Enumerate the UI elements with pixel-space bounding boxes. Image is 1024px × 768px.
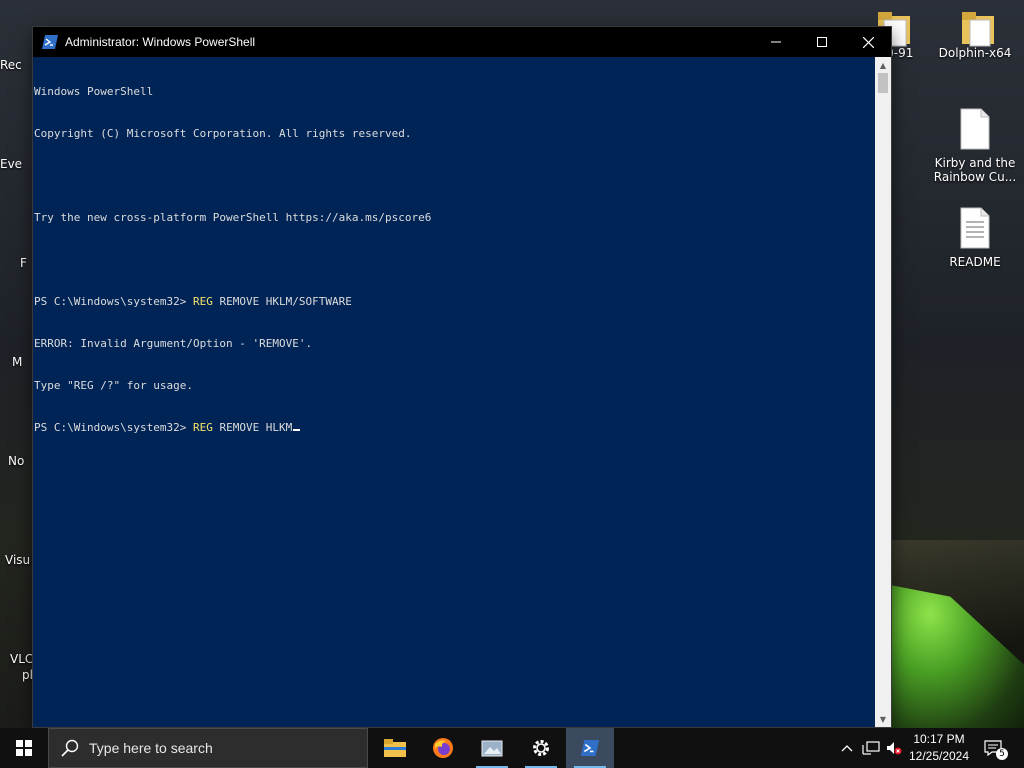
minimize-button[interactable] [753,27,799,57]
blank-file-icon [933,108,1017,150]
photos-icon [481,740,503,757]
taskbar-powershell[interactable] [566,728,614,768]
folder-icon [960,10,994,47]
start-button[interactable] [0,728,48,768]
console-prompt-line: PS C:\Windows\system32> REG REMOVE HKLM/… [34,295,874,309]
close-button[interactable] [845,27,891,57]
console-text: Windows PowerShell [34,85,154,98]
scroll-up-arrow-icon[interactable]: ▲ [875,57,891,73]
scrollbar-thumb[interactable] [878,73,888,93]
maximize-icon [817,37,827,47]
notification-count-badge: 5 [996,748,1008,760]
clock-date: 12/25/2024 [908,749,970,763]
maximize-button[interactable] [799,27,845,57]
text-file-icon [933,207,1017,249]
close-icon [862,36,874,48]
powershell-icon [580,740,600,756]
gear-icon [533,740,549,756]
powershell-icon [42,35,58,49]
desktop-icon-label: M [12,355,23,369]
window-titlebar[interactable]: Administrator: Windows PowerShell [33,27,891,57]
console-error-text: ERROR: Invalid Argument/Option - 'REMOVE… [34,337,313,350]
desktop-icon-label: Rec [0,58,22,72]
file-explorer-icon [384,739,406,757]
show-hidden-icons-button[interactable] [838,728,856,768]
vertical-scrollbar[interactable]: ▲ ▼ [875,57,891,727]
windows-logo-icon [16,740,32,756]
powershell-window[interactable]: Administrator: Windows PowerShell Window… [33,27,891,727]
console-text: Try the new cross-platform PowerShell ht… [34,211,432,224]
taskbar: Type here to search 10:17 PM 12/25/2024 [0,728,1024,768]
desktop-icon-kirby[interactable]: Kirby and the Rainbow Cu... [933,108,1017,184]
taskbar-settings[interactable] [517,728,565,768]
clock-time: 10:17 PM [913,732,965,746]
search-placeholder: Type here to search [89,740,213,756]
scroll-down-arrow-icon[interactable]: ▼ [875,711,891,727]
console-line: ERROR: Invalid Argument/Option - 'REMOVE… [34,337,874,351]
network-icon [862,741,880,755]
desktop-icon-dolphin[interactable]: Dolphin-x64 [933,10,1017,60]
desktop-icon-label: F [20,256,27,270]
desktop-icon-label: README [949,255,1001,269]
taskbar-photos[interactable] [468,728,516,768]
desktop-icon-readme[interactable]: README [933,207,1017,269]
console-command: REG [192,295,213,308]
minimize-icon [771,41,781,43]
desktop-icon-label: Eve [0,157,23,171]
console-args: REMOVE HKLM/SOFTWARE [212,295,352,308]
console-prompt: PS C:\Windows\system32> [34,421,193,434]
desktop-icon-label: Visu [5,553,31,567]
console-output[interactable]: Windows PowerShell Copyright (C) Microso… [34,57,874,727]
console-prompt: PS C:\Windows\system32> [34,295,193,308]
desktop-icon-label: VLC [10,652,34,666]
desktop-icon-partial[interactable]: Rec [0,58,34,72]
taskbar-clock[interactable]: 10:17 PM 12/25/2024 [900,731,978,765]
desktop-icon-label: No [8,454,25,468]
search-icon [61,739,79,757]
console-current-input[interactable]: REMOVE HLKM [213,421,292,434]
window-title: Administrator: Windows PowerShell [65,35,256,49]
firefox-icon [433,738,453,758]
taskbar-file-explorer[interactable] [371,728,419,768]
console-text: Type "REG /?" for usage. [34,379,193,392]
console-text: Copyright (C) Microsoft Corporation. All… [34,127,412,140]
console-command: REG [192,421,213,434]
desktop-icon-label: Kirby and the Rainbow Cu... [933,156,1017,184]
console-line: Windows PowerShell [34,85,874,99]
taskbar-search-box[interactable]: Type here to search [48,728,368,768]
console-line: Type "REG /?" for usage. [34,379,874,393]
console-line: Copyright (C) Microsoft Corporation. All… [34,127,874,141]
desktop-icon-label: pl [22,668,33,682]
taskbar-firefox[interactable] [419,728,467,768]
text-cursor [293,429,301,431]
desktop-icon-partial[interactable]: Eve [0,157,34,171]
chevron-up-icon [841,745,853,752]
network-tray-button[interactable] [860,728,882,768]
console-line: Try the new cross-platform PowerShell ht… [34,211,874,225]
console-prompt-line[interactable]: PS C:\Windows\system32> REG REMOVE HLKM [34,421,874,435]
